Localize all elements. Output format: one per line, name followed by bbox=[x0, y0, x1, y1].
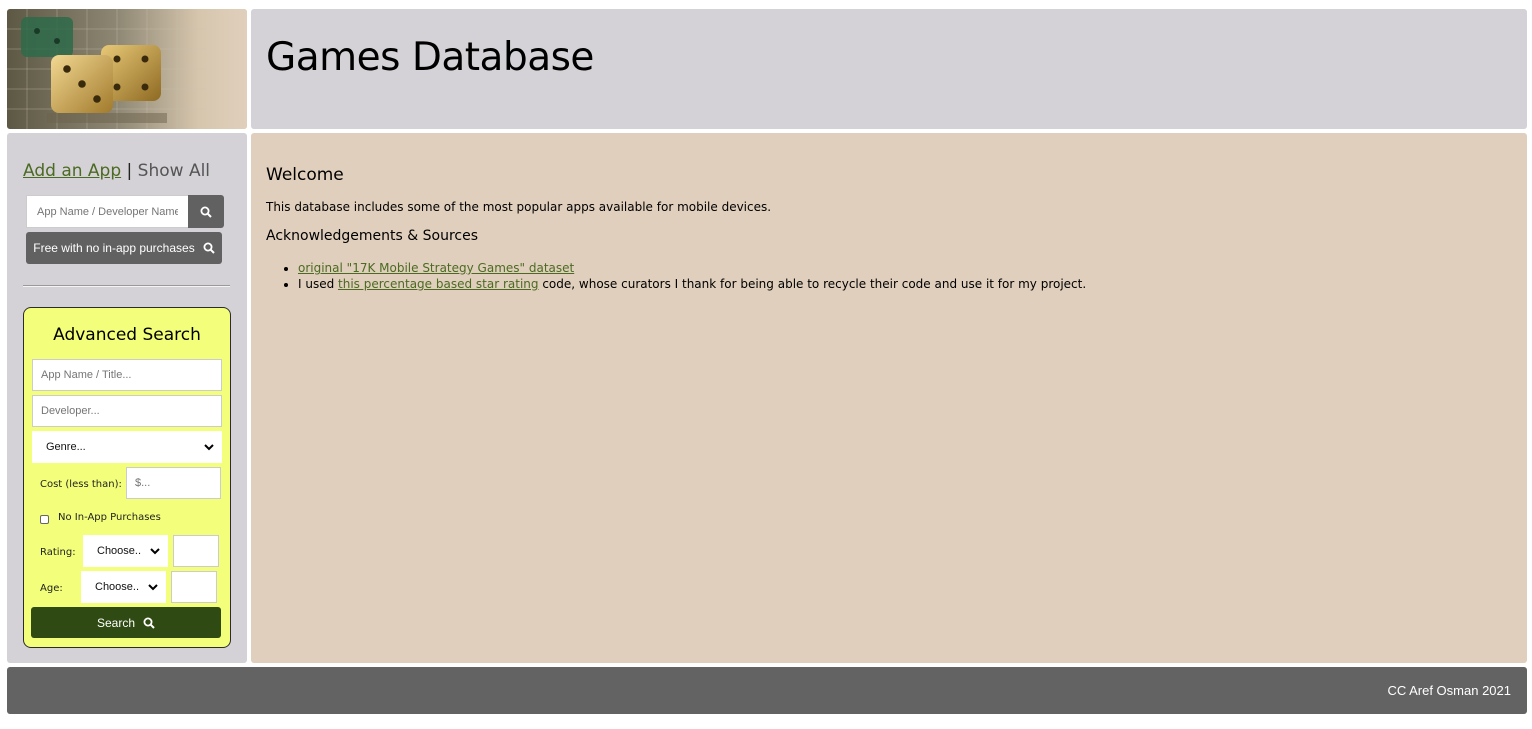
sidebar: Add an App | Show All Free with no in-ap… bbox=[7, 133, 247, 663]
quick-search-input[interactable] bbox=[26, 195, 188, 228]
rating-select-value: Choose.. bbox=[97, 545, 142, 557]
search-icon bbox=[143, 617, 155, 629]
dice-logo-image bbox=[7, 9, 247, 129]
free-no-iap-button[interactable]: Free with no in-app purchases bbox=[26, 232, 222, 264]
free-button-label: Free with no in-app purchases bbox=[33, 241, 195, 255]
age-select-value: Choose.. bbox=[95, 581, 140, 593]
sidebar-top-links: Add an App | Show All bbox=[23, 161, 210, 181]
cost-label: Cost (less than): bbox=[40, 479, 122, 490]
page-title: Games Database bbox=[266, 35, 594, 80]
no-iap-label: No In-App Purchases bbox=[58, 512, 161, 523]
search-icon bbox=[203, 242, 215, 254]
age-select[interactable]: Choose.. bbox=[81, 571, 166, 603]
list-item: original "17K Mobile Strategy Games" dat… bbox=[298, 260, 1506, 276]
genre-select-value: Genre... bbox=[46, 441, 86, 453]
dice-image bbox=[7, 9, 247, 129]
search-icon bbox=[200, 206, 212, 218]
page-header: Games Database bbox=[251, 9, 1527, 129]
cost-input[interactable] bbox=[126, 467, 221, 499]
sidebar-divider bbox=[23, 285, 230, 287]
acknowledgements-heading: Acknowledgements & Sources bbox=[266, 228, 479, 244]
chevron-down-icon bbox=[148, 583, 158, 590]
link-separator: | bbox=[126, 161, 133, 181]
footer-text: CC Aref Osman 2021 bbox=[1387, 683, 1511, 698]
app-name-input[interactable] bbox=[32, 359, 222, 391]
source-prefix: I used bbox=[298, 277, 339, 291]
genre-select[interactable]: Genre... bbox=[32, 431, 222, 463]
source-suffix: code, whose curators I thank for being a… bbox=[538, 277, 1087, 291]
age-value-input[interactable] bbox=[171, 571, 217, 603]
rating-value-input[interactable] bbox=[173, 535, 219, 567]
rating-select[interactable]: Choose.. bbox=[83, 535, 168, 567]
quick-search-button[interactable] bbox=[188, 195, 224, 228]
welcome-heading: Welcome bbox=[266, 165, 344, 185]
advanced-search-panel: Advanced Search Genre... Cost (less than… bbox=[23, 307, 231, 648]
star-rating-link[interactable]: this percentage based star rating bbox=[338, 277, 538, 291]
no-iap-checkbox[interactable] bbox=[40, 515, 49, 524]
intro-text: This database includes some of the most … bbox=[266, 200, 772, 214]
list-item: I used this percentage based star rating… bbox=[298, 276, 1506, 292]
chevron-down-icon bbox=[150, 547, 160, 554]
developer-input[interactable] bbox=[32, 395, 222, 427]
rating-label: Rating: bbox=[40, 547, 76, 558]
advanced-search-title: Advanced Search bbox=[53, 325, 201, 345]
page-footer: CC Aref Osman 2021 bbox=[7, 667, 1527, 714]
advanced-search-button[interactable]: Search bbox=[31, 607, 221, 638]
main-content: Welcome This database includes some of t… bbox=[251, 133, 1527, 663]
welcome-section: Welcome This database includes some of t… bbox=[266, 165, 1506, 292]
age-label: Age: bbox=[40, 583, 63, 594]
quick-search bbox=[26, 195, 224, 228]
search-button-label: Search bbox=[96, 615, 136, 630]
show-all-link[interactable]: Show All bbox=[138, 161, 210, 181]
add-app-link[interactable]: Add an App bbox=[23, 161, 121, 181]
dataset-link[interactable]: original "17K Mobile Strategy Games" dat… bbox=[298, 261, 574, 275]
sources-list: original "17K Mobile Strategy Games" dat… bbox=[266, 260, 1506, 292]
chevron-down-icon bbox=[204, 443, 214, 450]
